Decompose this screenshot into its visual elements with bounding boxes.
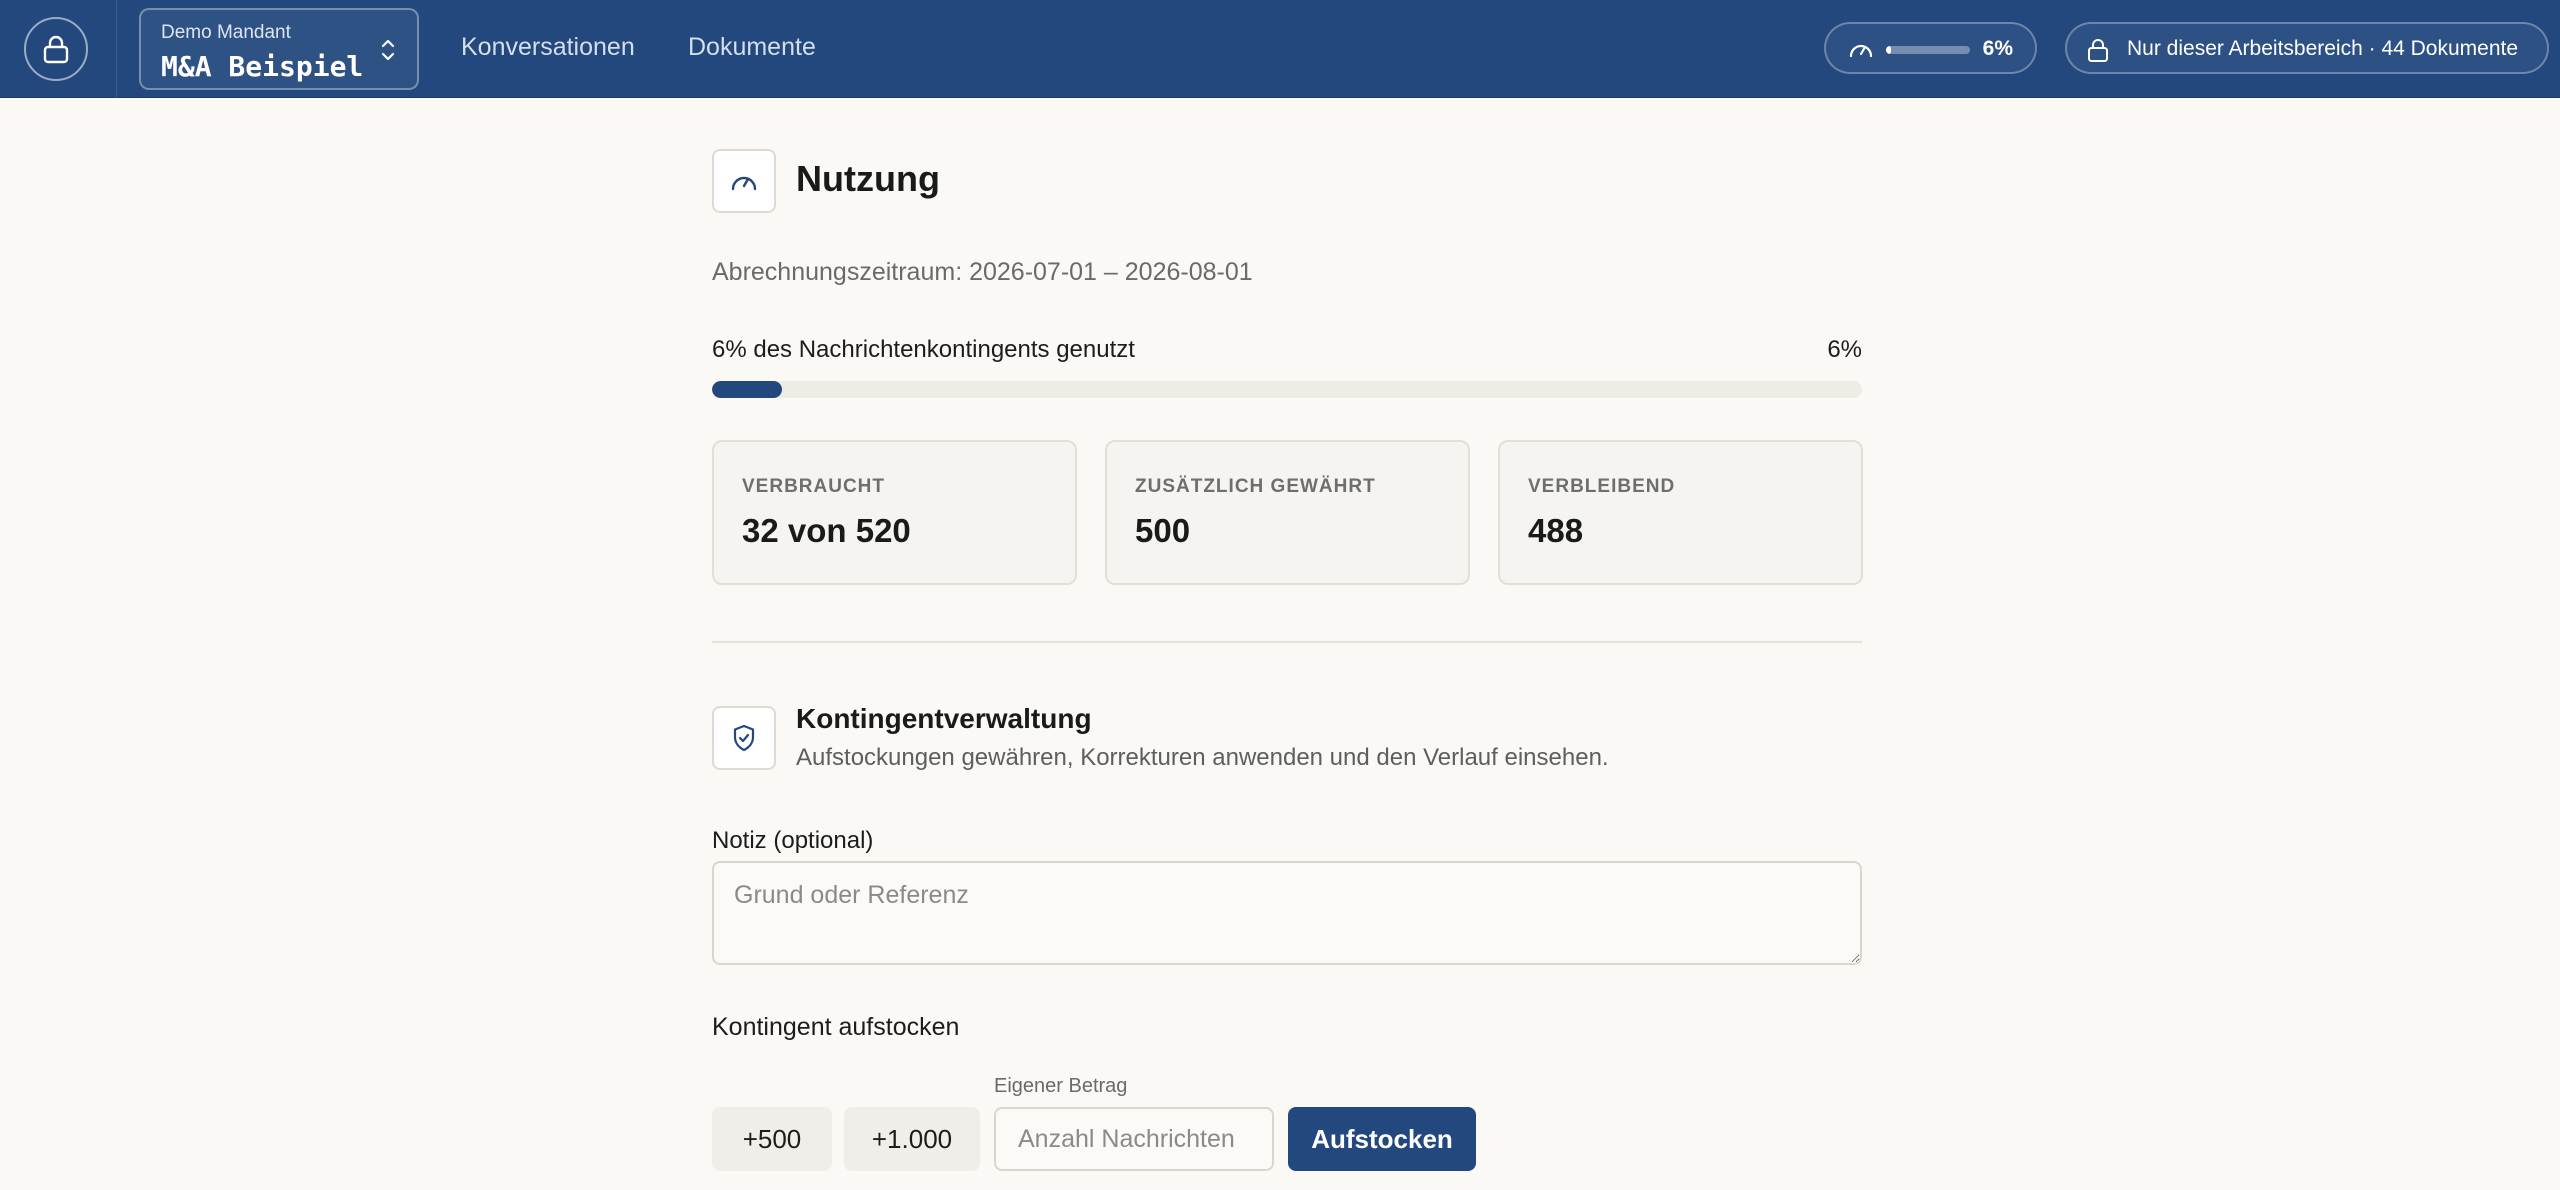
stat-card-used: VERBRAUCHT 32 von 520 xyxy=(712,440,1077,585)
stat-label: VERBRAUCHT xyxy=(742,476,885,497)
top-bar: Demo Mandant M&A Beispiel Konversationen… xyxy=(0,0,2560,98)
quota-progress-bar xyxy=(712,381,1862,398)
stat-value: 488 xyxy=(1528,512,1584,549)
tenant-switcher[interactable]: Demo Mandant M&A Beispiel xyxy=(139,8,419,90)
billing-period: Abrechnungszeitraum: 2026-07-01 – 2026-0… xyxy=(712,258,1253,286)
stat-card-remaining: VERBLEIBEND 488 xyxy=(1498,440,1863,585)
stat-label: ZUSÄTZLICH GEWÄHRT xyxy=(1135,476,1376,497)
stat-value: 32 von 520 xyxy=(742,512,911,549)
chevron-up-down-icon xyxy=(381,39,395,61)
usage-indicator[interactable]: 6% xyxy=(1824,22,2037,74)
gauge-icon xyxy=(731,176,757,191)
topup-1000-button[interactable]: +1.000 xyxy=(844,1107,980,1171)
quota-percent: 6% xyxy=(1827,336,1862,363)
management-subtitle: Aufstockungen gewähren, Korrekturen anwe… xyxy=(796,744,1609,771)
usage-section-icon xyxy=(712,149,776,213)
management-section-icon xyxy=(712,706,776,770)
header-divider xyxy=(116,0,117,98)
nav-conversations[interactable]: Konversationen xyxy=(461,33,635,62)
management-title: Kontingentverwaltung xyxy=(796,703,1092,734)
page-title: Nutzung xyxy=(796,158,940,199)
custom-amount-input[interactable] xyxy=(994,1107,1274,1171)
custom-amount-label: Eigener Betrag xyxy=(994,1075,1128,1097)
lock-icon xyxy=(43,35,69,64)
note-textarea[interactable] xyxy=(712,861,1862,965)
usage-percent: 6% xyxy=(1982,37,2013,60)
quota-label: 6% des Nachrichtenkontingents genutzt xyxy=(712,336,1135,363)
tenant-label: Demo Mandant xyxy=(161,22,291,43)
section-divider xyxy=(712,641,1862,643)
topup-label: Kontingent aufstocken xyxy=(712,1013,960,1041)
note-label: Notiz (optional) xyxy=(712,827,874,854)
usage-mini-bar xyxy=(1886,46,1970,54)
stat-label: VERBLEIBEND xyxy=(1528,476,1676,497)
shield-check-icon xyxy=(733,724,755,752)
stat-card-granted: ZUSÄTZLICH GEWÄHRT 500 xyxy=(1105,440,1470,585)
topup-submit-button[interactable]: Aufstocken xyxy=(1288,1107,1476,1171)
tenant-name: M&A Beispiel xyxy=(161,50,364,83)
usage-mini-fill xyxy=(1886,46,1892,54)
quota-progress-fill xyxy=(712,381,782,398)
nav-documents[interactable]: Dokumente xyxy=(688,33,816,62)
scope-text: Nur dieser Arbeitsbereich · 44 Dokumente xyxy=(2127,37,2519,60)
scope-indicator[interactable]: Nur dieser Arbeitsbereich · 44 Dokumente xyxy=(2065,22,2549,74)
lock-logo-button[interactable] xyxy=(24,17,88,81)
gauge-icon xyxy=(1849,44,1873,58)
topup-500-button[interactable]: +500 xyxy=(712,1107,832,1171)
lock-icon xyxy=(2088,39,2108,62)
stat-value: 500 xyxy=(1135,512,1191,549)
